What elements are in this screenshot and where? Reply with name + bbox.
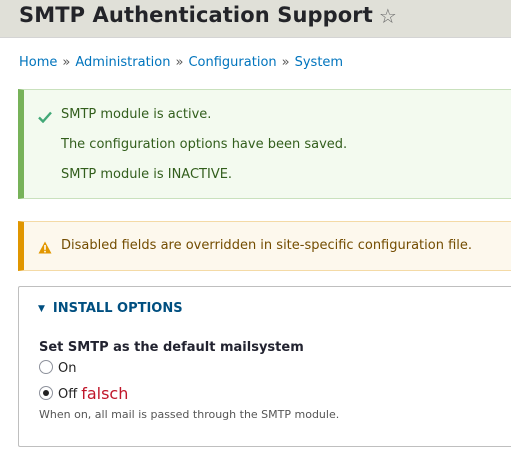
- page-header: SMTP Authentication Support ☆: [0, 0, 511, 38]
- install-options-summary[interactable]: ▼ INSTALL OPTIONS: [38, 301, 183, 316]
- status-line-active: SMTP module is active.: [61, 107, 212, 122]
- status-line-saved: The configuration options have been save…: [61, 137, 348, 152]
- page-title-text: SMTP Authentication Support: [19, 3, 373, 27]
- status-message: SMTP module is active. The configuration…: [18, 89, 511, 199]
- breadcrumb-administration[interactable]: Administration: [75, 55, 170, 70]
- radio-on-label[interactable]: On: [58, 361, 76, 376]
- breadcrumb-system[interactable]: System: [295, 55, 343, 70]
- field-description: When on, all mail is passed through the …: [39, 408, 340, 421]
- status-line-inactive: SMTP module is INACTIVE.: [61, 167, 233, 182]
- breadcrumb-separator: »: [175, 55, 184, 70]
- triangle-down-icon: ▼: [38, 304, 45, 314]
- warning-message: Disabled fields are overridden in site-s…: [18, 221, 511, 271]
- radio-off-label[interactable]: Off: [58, 387, 77, 402]
- breadcrumb: Home » Administration » Configuration » System: [19, 55, 343, 70]
- radio-option-on[interactable]: On: [39, 360, 76, 376]
- radio-option-off[interactable]: Off falsch: [39, 384, 128, 403]
- check-icon: [38, 108, 52, 127]
- radio-on[interactable]: [39, 360, 53, 374]
- default-mailsystem-label: Set SMTP as the default mailsystem: [39, 340, 304, 355]
- star-outline-icon[interactable]: ☆: [379, 4, 397, 28]
- breadcrumb-home[interactable]: Home: [19, 55, 57, 70]
- breadcrumb-configuration[interactable]: Configuration: [188, 55, 276, 70]
- annotation-falsch: falsch: [81, 384, 129, 403]
- warning-icon: [38, 239, 52, 258]
- warning-text: Disabled fields are overridden in site-s…: [61, 238, 473, 253]
- install-options-summary-label: INSTALL OPTIONS: [52, 301, 183, 316]
- breadcrumb-separator: »: [62, 55, 71, 70]
- install-options-details: ▼ INSTALL OPTIONS Set SMTP as the default…: [18, 286, 511, 447]
- page-title: SMTP Authentication Support ☆: [19, 3, 397, 28]
- breadcrumb-separator: »: [281, 55, 290, 70]
- radio-off[interactable]: [39, 386, 53, 400]
